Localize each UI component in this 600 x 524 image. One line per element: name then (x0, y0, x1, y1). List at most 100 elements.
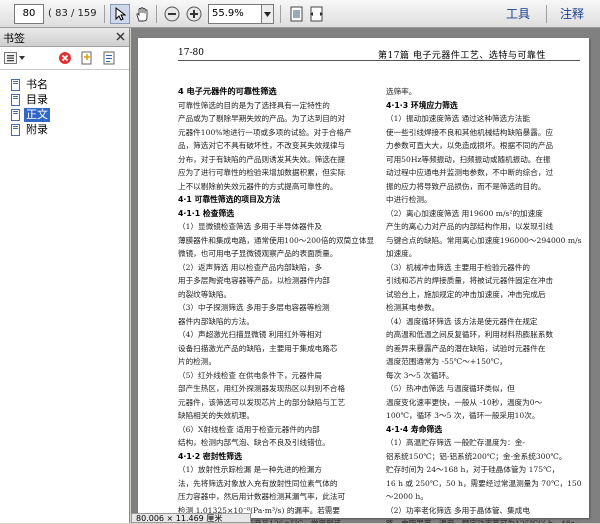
text-line: 检测其电参数。 (386, 303, 440, 312)
text-line: 4 电子元器件的可靠性筛选 (178, 86, 277, 96)
bookmarks-panel-title: 书签 (3, 32, 25, 45)
text-line: 的高温和低温之间反复循环，利用材料热膨胀系数 (386, 330, 554, 339)
text-line: 使一些引线焊接不良和其他机械结构缺陷暴露。应 (386, 127, 554, 137)
text-line: 产生的离心力对产品的内部结构作用，以发现引线 (386, 222, 554, 231)
bookmarks-toolbar (0, 47, 129, 70)
text-line: 用于多层陶瓷电容器等产品，以检测器件内部 (178, 276, 330, 285)
text-line: （1）放射性示踪检漏 是一种先进的检漏方 (178, 465, 322, 474)
text-line: 温度范围通常为 -55℃～+150℃， (386, 357, 507, 366)
right-text-column: 选筛率。 4·1·3 环境应力筛选 （1）振动加速度筛选 通过这种筛选方法能使一些… (386, 85, 582, 523)
page-header: 17-80 第17篇 电子元器件工艺、选特与可靠性 (178, 48, 580, 61)
bookmark-icon (11, 109, 20, 121)
hand-icon (136, 6, 148, 21)
bookmark-item-main-text[interactable]: 正文 (0, 108, 129, 123)
bookmark-label: 目录 (26, 93, 48, 106)
text-line: 引线和芯片的焊接质量，将被试元器件固定在冲击 (386, 276, 554, 285)
cursor-arrow-icon (115, 7, 126, 21)
hand-tool-button[interactable] (132, 4, 152, 24)
bookmark-label: 正文 (24, 108, 50, 122)
toolbar-separator (280, 5, 281, 23)
bookmarks-tree: 书名 目录 正文 附录 (0, 70, 129, 138)
toolbar: 80 ( 83 / 159 ) 55.9% 工具 注释 (0, 0, 600, 39)
text-line: 法，先将筛选对象放入充有放射性同位素气体的 (178, 478, 338, 488)
page-size-status: 80.006 × 11.469 厘米 (131, 513, 251, 523)
close-icon[interactable] (116, 32, 125, 41)
zoom-out-button[interactable] (162, 4, 182, 24)
text-line: 设备扫描激光产品的缺陷，主要用于集成电路芯 (178, 343, 338, 353)
text-line: 选筛率。 (386, 87, 417, 96)
toolbar-separator (546, 5, 547, 23)
text-line: （1）显微镜检查筛选 多用于半导体器件及 (178, 222, 322, 231)
text-line: 的差异来暴露产品的潜在缺陷，试验时元器件在 (386, 343, 546, 353)
text-line: 温度变化速率更快，一般从 -10秒，温度为0～ (386, 397, 543, 407)
text-line: 片的检测。 (178, 357, 216, 366)
text-line: （1）振动加速度筛选 通过这种筛选方法能 (386, 114, 530, 123)
expand-bookmark-icon[interactable] (102, 51, 116, 65)
text-line: 结构，检测内部气泡、缺合不良及引线错位。 (178, 438, 330, 447)
text-line: 的裂纹等缺陷。 (178, 289, 232, 299)
bookmark-icon (11, 94, 20, 106)
toolbar-separator (156, 5, 157, 23)
zoom-level-input[interactable]: 55.9% (208, 4, 262, 24)
text-line: 上不以剔除前失效元器件的方式提高可靠性的。 (178, 181, 338, 191)
zoom-in-icon (186, 6, 202, 22)
fit-width-icon (309, 6, 323, 22)
page-number-input[interactable]: 80 (14, 4, 44, 24)
text-line: （2）功率老化筛选 多用于晶体管、集成电 (386, 505, 530, 515)
text-line: （4）温度循环筛选 该方法是使元器件在规定 (386, 316, 538, 326)
text-line: （1）高温贮存筛选 一般贮存温度为：金- (386, 438, 525, 447)
text-line: 4·1·3 环境应力筛选 (386, 100, 458, 110)
text-line: 元器件100%地进行一项或多项的试验。对于合格产 (178, 127, 352, 137)
text-line: 压力容器中，然后用计数器检测其漏气率，此法可 (178, 492, 346, 501)
toolbar-separator (104, 5, 105, 23)
text-line: （2）返声筛选 用以检查产品内部缺陷，多 (178, 262, 322, 272)
chevron-down-icon (264, 11, 271, 17)
bookmark-label: 书名 (26, 78, 48, 91)
text-line: 品，筛选对它不具有破坏性，不改变其失效规律与 (178, 141, 346, 150)
page-header-number: 17-80 (178, 48, 204, 58)
zoom-in-button[interactable] (184, 4, 204, 24)
delete-bookmark-icon[interactable] (58, 51, 72, 65)
text-line: 可靠性筛选的目的是为了选择具有一定特性的 (178, 100, 330, 110)
text-line: 动过程中应通电并监测电参数，不中断的综合，过 (386, 168, 554, 177)
select-tool-button[interactable] (110, 4, 130, 24)
text-line: 与键合点的缺陷。常用离心加速度196000～294000 m/s² 的离心 (386, 235, 582, 245)
text-line: （2）离心加速度筛选 用19600 m/s²的加速度 (386, 208, 543, 218)
document-viewport[interactable]: 17-80 第17篇 电子元器件工艺、选特与可靠性 4 电子元器件的可靠性筛选 … (131, 28, 600, 523)
left-text-column: 4 电子元器件的可靠性筛选 可靠性筛选的目的是为了选择具有一定特性的产品或为了剔… (178, 85, 374, 523)
text-line: 部产生热区，用红外探测器发现热区以判别不合格 (178, 384, 346, 393)
text-line: 4·1·1 检查筛选 (178, 208, 235, 218)
fit-width-button[interactable] (306, 4, 326, 24)
text-line: 力参数可直大大，以免造成损坏。根据不同的产品 (386, 141, 554, 150)
fit-page-icon (290, 6, 302, 22)
text-line: 每次 3～5 次循环。 (386, 370, 454, 380)
text-line: 薄膜器件和集成电路，通常使用100～200倍的双筒立体显 (178, 235, 374, 245)
text-line: （5）红外线检查 在供电条件下，元器件局 (178, 370, 322, 380)
text-line: 加速度。 (386, 249, 417, 258)
text-line: 路、电阻器等。温度、额定功率等可为125℃以上，48～ (386, 517, 582, 523)
text-line: 贮存时间为 24～168 h，对于硅晶体管为 175℃， (386, 465, 560, 474)
bookmark-item-appendix[interactable]: 附录 (0, 123, 129, 138)
text-line: 分布，对于有缺陷的产品则诱发其失效。筛选在提 (178, 154, 346, 164)
bookmark-label: 附录 (26, 123, 48, 136)
text-line: 微镜，也可用电子显微镜观察产品的表面质量。 (178, 249, 338, 258)
bookmarks-panel: 书签 书名 目录 正文 附录 (0, 28, 130, 523)
tools-menu[interactable]: 工具 (506, 4, 530, 24)
text-line: 产品或为了剔除早期失效的产品。为了达到目的对 (178, 114, 346, 123)
bookmark-item-contents[interactable]: 目录 (0, 93, 129, 108)
new-bookmark-icon[interactable] (80, 51, 94, 65)
text-line: 4·1·2 密封性筛选 (178, 451, 242, 461)
comments-menu[interactable]: 注释 (560, 4, 584, 24)
bookmark-icon (11, 79, 20, 91)
text-line: 4·1·4 寿命筛选 (386, 424, 443, 434)
page-header-chapter: 第17篇 电子元器件工艺、选特与可靠性 (378, 51, 546, 61)
text-line: （3）机械冲击筛选 主要用于检验元器件的 (386, 262, 530, 272)
text-line: 铝系统150℃；铝-铝系统200℃；金-金系统300℃。 (386, 451, 567, 461)
fit-page-button[interactable] (286, 4, 306, 24)
text-line: 100℃，循环 3～5 次，循环一般采用10次。 (386, 411, 540, 420)
options-menu-icon[interactable] (4, 52, 26, 64)
zoom-dropdown-button[interactable] (262, 4, 274, 24)
zoom-out-icon (164, 6, 180, 22)
document-page: 17-80 第17篇 电子元器件工艺、选特与可靠性 4 电子元器件的可靠性筛选 … (138, 38, 589, 523)
bookmark-item-title[interactable]: 书名 (0, 78, 129, 93)
